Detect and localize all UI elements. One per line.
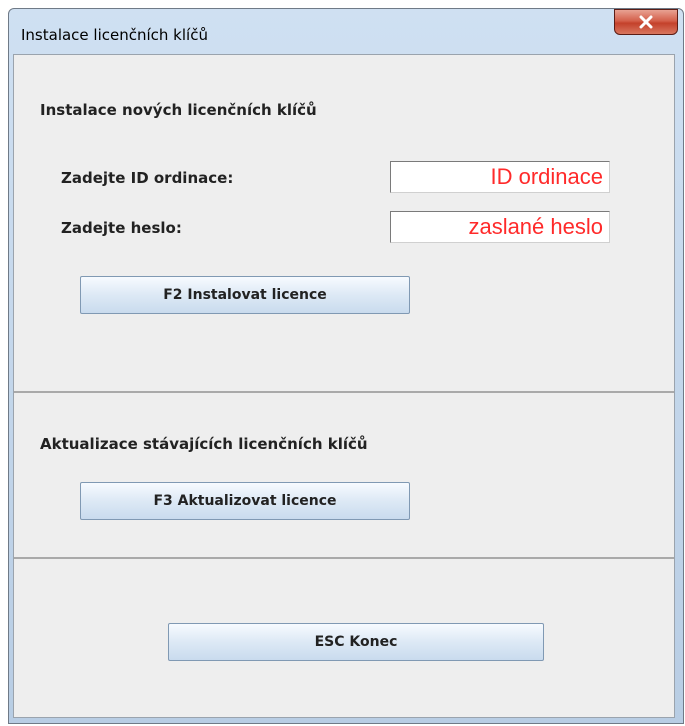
footer-panel: ESC Konec [14,559,674,717]
window-title: Instalace licenčních klíčů [21,26,208,44]
id-ordinace-input[interactable] [390,161,610,193]
close-icon [639,15,653,29]
password-input[interactable] [390,211,610,243]
update-heading: Aktualizace stávajících licenčních klíčů [40,435,368,453]
dialog-window: Instalace licenčních klíčů Instalace nov… [8,8,684,724]
end-button[interactable]: ESC Konec [168,623,544,661]
password-label: Zadejte heslo: [61,219,182,237]
title-bar[interactable]: Instalace licenčních klíčů [9,9,683,53]
install-licences-button[interactable]: F2 Instalovat licence [80,276,410,314]
install-heading: Instalace nových licenčních klíčů [40,101,317,119]
install-panel: Instalace nových licenčních klíčů Zadejt… [14,55,674,393]
update-licences-button[interactable]: F3 Aktualizovat licence [80,482,410,520]
dialog-content: Instalace nových licenčních klíčů Zadejt… [13,54,675,718]
update-panel: Aktualizace stávajících licenčních klíčů… [14,393,674,559]
close-button[interactable] [614,9,678,35]
id-label: Zadejte ID ordinace: [61,169,234,187]
